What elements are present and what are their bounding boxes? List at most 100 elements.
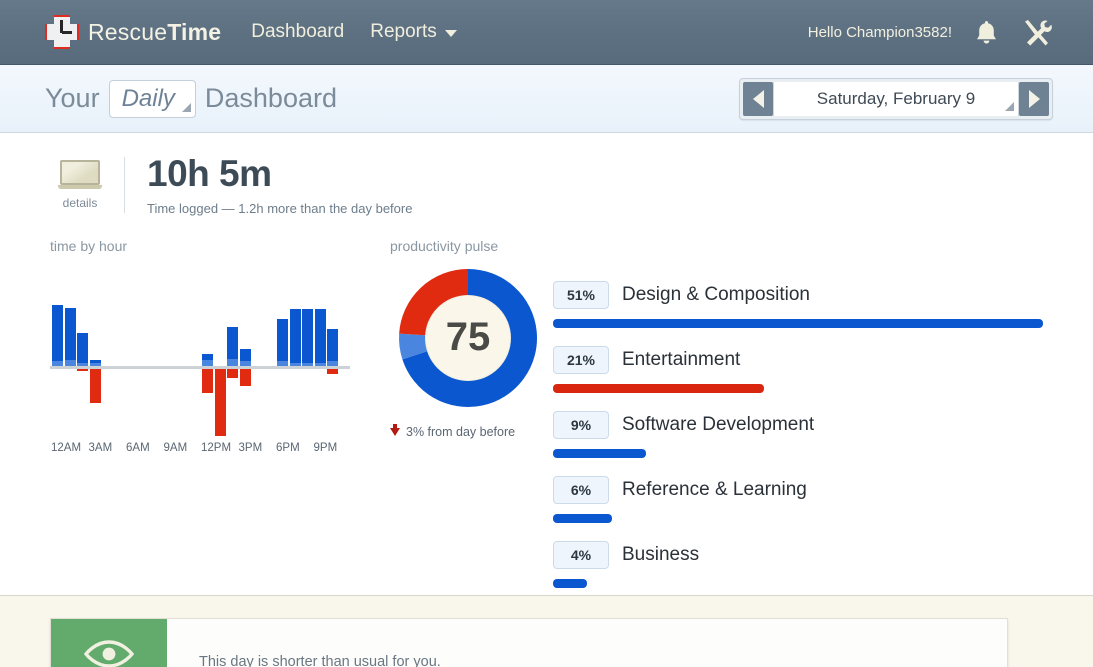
hour-axis-tick: 12PM <box>201 442 231 454</box>
bar-segment-very-productive <box>77 333 88 363</box>
next-day-button[interactable] <box>1019 82 1049 116</box>
hour-bar[interactable] <box>177 268 188 428</box>
laptop-icon <box>58 160 102 190</box>
donut-slice <box>413 334 416 354</box>
bar-segment-distracting <box>215 369 226 436</box>
category-name: Business <box>622 544 699 566</box>
hour-bar[interactable] <box>52 268 63 428</box>
nav-right-group: Hello Champion3582! <box>808 0 1053 65</box>
date-picker[interactable]: Saturday, February 9 <box>773 82 1019 116</box>
left-arrow-icon <box>753 90 764 108</box>
bar-segment-very-productive <box>327 329 338 361</box>
insight-icon-button[interactable] <box>51 619 167 667</box>
hourly-bars[interactable] <box>50 268 350 428</box>
pulse-delta: 3% from day before <box>390 425 580 439</box>
details-button[interactable]: details <box>50 160 110 210</box>
hour-bar[interactable] <box>165 268 176 428</box>
category-row[interactable]: 9% Software Development <box>553 411 1043 458</box>
hour-bar[interactable] <box>77 268 88 428</box>
category-header: 51% Design & Composition <box>553 281 1043 309</box>
bar-segment-productive <box>302 363 313 366</box>
hour-bar[interactable] <box>277 268 288 428</box>
hour-bar[interactable] <box>240 268 251 428</box>
hour-bar[interactable] <box>227 268 238 428</box>
productivity-pulse-title: productivity pulse <box>390 238 580 254</box>
chevron-down-icon <box>445 30 457 37</box>
bar-segment-very-productive <box>65 308 76 360</box>
category-list: 51% Design & Composition 21%Entertainment 9… <box>553 281 1043 606</box>
insight-message: This day is shorter than usual for you. <box>167 619 441 667</box>
hour-bar[interactable] <box>215 268 226 428</box>
bar-segment-very-productive <box>315 309 326 363</box>
bar-segment-productive <box>240 361 251 366</box>
category-percent: 4% <box>553 541 609 569</box>
hour-bar[interactable] <box>340 268 351 428</box>
productivity-pulse-chart: productivity pulse 75 3% from day before <box>390 238 580 458</box>
brand-logo[interactable]: RescueTime <box>45 15 221 49</box>
dashboard-content: details 10h 5m Time logged — 1.2h more t… <box>0 133 1093 596</box>
hour-axis-tick: 6AM <box>126 442 150 454</box>
hour-axis-tick: 9PM <box>314 442 338 454</box>
hour-bar[interactable] <box>327 268 338 428</box>
brand-suffix: Time <box>167 19 221 45</box>
hour-bar[interactable] <box>152 268 163 428</box>
hour-bar[interactable] <box>202 268 213 428</box>
category-name: Software Development <box>622 414 814 436</box>
category-header: 4% Business <box>553 541 1043 569</box>
category-name: Design & Composition <box>622 284 810 306</box>
nav-item-dashboard[interactable]: Dashboard <box>251 21 344 43</box>
category-row[interactable]: 51% Design & Composition <box>553 281 1043 328</box>
hour-bar[interactable] <box>315 268 326 428</box>
hour-bar[interactable] <box>65 268 76 428</box>
bar-segment-very-productive <box>240 349 251 361</box>
hour-bar[interactable] <box>115 268 126 428</box>
hour-bar[interactable] <box>252 268 263 428</box>
bar-segment-productive <box>52 361 63 366</box>
bell-icon[interactable] <box>974 19 999 46</box>
nav-item-reports-label: Reports <box>370 21 437 43</box>
time-summary: details 10h 5m Time logged — 1.2h more t… <box>0 133 1093 216</box>
category-row[interactable]: 6%Reference & Learning <box>553 476 1043 523</box>
hour-axis-tick: 6PM <box>276 442 300 454</box>
arrow-down-icon <box>390 428 400 436</box>
category-row[interactable]: 4% Business <box>553 541 1043 588</box>
hour-bar[interactable] <box>302 268 313 428</box>
dashboard-subheader: Your Daily Dashboard Saturday, February … <box>0 65 1093 133</box>
corner-triangle-icon <box>1005 102 1014 111</box>
hour-axis-tick: 9AM <box>164 442 188 454</box>
pulse-donut[interactable]: 75 <box>398 268 538 408</box>
bar-segment-productive <box>290 363 301 366</box>
date-navigation: Saturday, February 9 <box>739 78 1053 120</box>
bar-segment-productive <box>202 360 213 366</box>
bar-segment-distracting <box>90 369 101 403</box>
bar-segment-productive <box>277 361 288 366</box>
category-name: Entertainment <box>622 349 740 371</box>
brand-prefix: Rescue <box>88 19 167 45</box>
hour-bar[interactable] <box>190 268 201 428</box>
nav-item-reports[interactable]: Reports <box>370 21 457 43</box>
hourly-axis-labels: 12AM3AM6AM9AM12PM3PM6PM9PM <box>50 442 350 458</box>
hour-bar[interactable] <box>290 268 301 428</box>
hour-bar[interactable] <box>265 268 276 428</box>
category-header: 21%Entertainment <box>553 346 1043 374</box>
period-select[interactable]: Daily <box>109 80 196 118</box>
category-percent: 51% <box>553 281 609 309</box>
tools-icon[interactable] <box>1021 18 1053 48</box>
hour-bar[interactable] <box>127 268 138 428</box>
insight-panel: This day is shorter than usual for you. <box>50 618 1008 667</box>
vertical-divider <box>124 157 125 213</box>
hour-bar[interactable] <box>90 268 101 428</box>
pulse-delta-label: 3% from day before <box>406 425 515 439</box>
nav-item-dashboard-label: Dashboard <box>251 21 344 43</box>
bar-segment-distracting <box>240 369 251 386</box>
category-bar <box>553 449 646 458</box>
hour-bar[interactable] <box>140 268 151 428</box>
category-bar <box>553 384 764 393</box>
bar-segment-very-productive <box>227 327 238 359</box>
time-by-hour-chart: time by hour 12AM3AM6AM9AM12PM3PM6PM9PM <box>50 238 350 458</box>
time-logged-block: 10h 5m Time logged — 1.2h more than the … <box>147 155 412 216</box>
category-percent: 9% <box>553 411 609 439</box>
category-row[interactable]: 21%Entertainment <box>553 346 1043 393</box>
previous-day-button[interactable] <box>743 82 773 116</box>
hour-bar[interactable] <box>102 268 113 428</box>
